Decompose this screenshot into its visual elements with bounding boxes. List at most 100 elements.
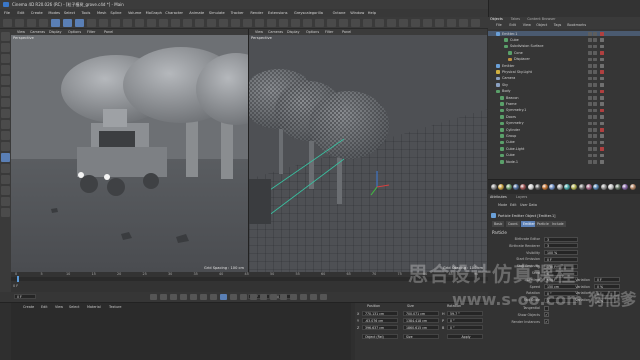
y-size-field[interactable]: 1384.418 cm: [403, 318, 439, 323]
p-rotation-field[interactable]: 0 °: [447, 318, 483, 323]
toolbar-button[interactable]: [411, 19, 420, 27]
toolbar-button[interactable]: [267, 19, 276, 27]
material-ball[interactable]: [549, 184, 556, 190]
transport-button[interactable]: [190, 294, 197, 300]
tool-button[interactable]: [1, 32, 10, 41]
visibility-toggle[interactable]: [588, 83, 592, 87]
object-row[interactable]: Symmetry.1: [488, 108, 640, 113]
objects-menu-tags[interactable]: Tags: [554, 23, 562, 27]
toolbar-button[interactable]: [123, 19, 132, 27]
transport-button[interactable]: [280, 294, 287, 300]
object-row[interactable]: Sky: [488, 82, 640, 87]
toolbar-button[interactable]: [243, 19, 252, 27]
transport-button[interactable]: [310, 294, 317, 300]
visibility-toggle[interactable]: [588, 134, 592, 138]
toolbar-button[interactable]: [87, 19, 96, 27]
object-row[interactable]: Cone: [488, 50, 640, 55]
object-row[interactable]: Frame: [488, 101, 640, 106]
material-ball[interactable]: [593, 184, 600, 190]
visibility-toggle[interactable]: [588, 128, 592, 132]
material-menu-material[interactable]: Material: [87, 305, 101, 309]
material-ball[interactable]: [556, 184, 563, 190]
transport-button[interactable]: [220, 294, 227, 300]
object-row[interactable]: Cube: [488, 37, 640, 42]
visibility-toggle[interactable]: [588, 121, 592, 126]
visibility-toggle[interactable]: [588, 96, 592, 100]
tool-button[interactable]: [1, 131, 10, 140]
viewport-menu-options[interactable]: Options: [306, 30, 319, 34]
material-ball[interactable]: [615, 184, 622, 190]
viewport-menu-filter[interactable]: Filter: [87, 30, 95, 34]
visibility-toggle[interactable]: [588, 70, 592, 74]
objects-tab-0[interactable]: Objects: [490, 17, 503, 21]
visibility-toggle[interactable]: [588, 51, 592, 55]
objects-menu-view[interactable]: View: [523, 23, 531, 27]
tool-button[interactable]: [1, 197, 10, 206]
menu-extensions[interactable]: Extensions: [268, 11, 288, 15]
tool-button[interactable]: [1, 153, 10, 162]
objects-menu-file[interactable]: File: [496, 23, 502, 27]
object-row[interactable]: Subdivision Surface: [488, 44, 640, 49]
toolbar-button[interactable]: [51, 19, 60, 27]
checkbox[interactable]: ✓: [544, 312, 549, 318]
transport-button[interactable]: [290, 294, 297, 300]
menu-mograph[interactable]: MoGraph: [146, 11, 162, 15]
visibility-toggle[interactable]: [588, 89, 592, 94]
tool-button[interactable]: [1, 120, 10, 129]
visibility-toggle[interactable]: [588, 44, 592, 49]
visibility-toggle[interactable]: [588, 108, 592, 113]
visibility-toggle[interactable]: [588, 64, 592, 68]
render-toggle[interactable]: [593, 83, 597, 87]
toolbar-button[interactable]: [135, 19, 144, 27]
transport-button[interactable]: [250, 294, 257, 300]
toolbar-button[interactable]: [399, 19, 408, 27]
visibility-toggle[interactable]: [588, 57, 592, 62]
toolbar-button[interactable]: [111, 19, 120, 27]
visibility-toggle[interactable]: [588, 38, 592, 42]
object-row[interactable]: Cube: [488, 153, 640, 158]
material-ball[interactable]: [498, 184, 505, 190]
viewport-menu-cameras[interactable]: Cameras: [268, 30, 283, 34]
render-toggle[interactable]: [593, 147, 597, 151]
transport-button[interactable]: [160, 294, 167, 300]
toolbar-button[interactable]: [183, 19, 192, 27]
menu-simulate[interactable]: Simulate: [209, 11, 225, 15]
render-toggle[interactable]: [593, 115, 597, 119]
z-size-field[interactable]: 1860.615 cm: [403, 325, 439, 330]
menu-file[interactable]: File: [4, 11, 10, 15]
menu-tracker[interactable]: Tracker: [231, 11, 244, 15]
toolbar-button[interactable]: [39, 19, 48, 27]
object-row[interactable]: Body: [488, 89, 640, 94]
toolbar-button[interactable]: [195, 19, 204, 27]
menu-window[interactable]: Window: [350, 11, 364, 15]
coord-mode-select[interactable]: Object (Rel): [362, 334, 398, 339]
render-toggle[interactable]: [593, 51, 597, 55]
toolbar-button[interactable]: [327, 19, 336, 27]
material-menu-create[interactable]: Create: [23, 305, 34, 309]
checkbox[interactable]: ✓: [544, 319, 549, 325]
tool-button[interactable]: [1, 43, 10, 52]
material-ball[interactable]: [512, 184, 519, 190]
menu-character[interactable]: Character: [165, 11, 183, 15]
material-ball[interactable]: [520, 184, 527, 190]
viewport-menu-display[interactable]: Display: [49, 30, 62, 34]
object-row[interactable]: Doors: [488, 114, 640, 119]
tool-button[interactable]: [1, 142, 10, 151]
menu-create[interactable]: Create: [31, 11, 43, 15]
attr-menu-mode[interactable]: Mode: [498, 203, 507, 207]
render-toggle[interactable]: [593, 108, 597, 113]
material-menu-view[interactable]: View: [55, 305, 63, 309]
tool-button[interactable]: [1, 186, 10, 195]
menu-greyscalegorilla[interactable]: Greyscalegorilla: [294, 11, 323, 15]
render-toggle[interactable]: [593, 134, 597, 138]
viewport-right[interactable]: View Cameras Display Options Filter Panel Per…: [249, 29, 487, 272]
toolbar-button[interactable]: [255, 19, 264, 27]
render-toggle[interactable]: [593, 102, 597, 106]
toolbar-button[interactable]: [471, 19, 480, 27]
subtab-particle[interactable]: Particle: [535, 221, 551, 227]
menu-octane[interactable]: Octane: [333, 11, 346, 15]
tool-button[interactable]: [1, 54, 10, 63]
visibility-toggle[interactable]: [588, 140, 592, 145]
objects-menu-bookmarks[interactable]: Bookmarks: [567, 23, 586, 27]
viewport-left[interactable]: View Cameras Display Options Filter Panel Per…: [11, 29, 249, 272]
